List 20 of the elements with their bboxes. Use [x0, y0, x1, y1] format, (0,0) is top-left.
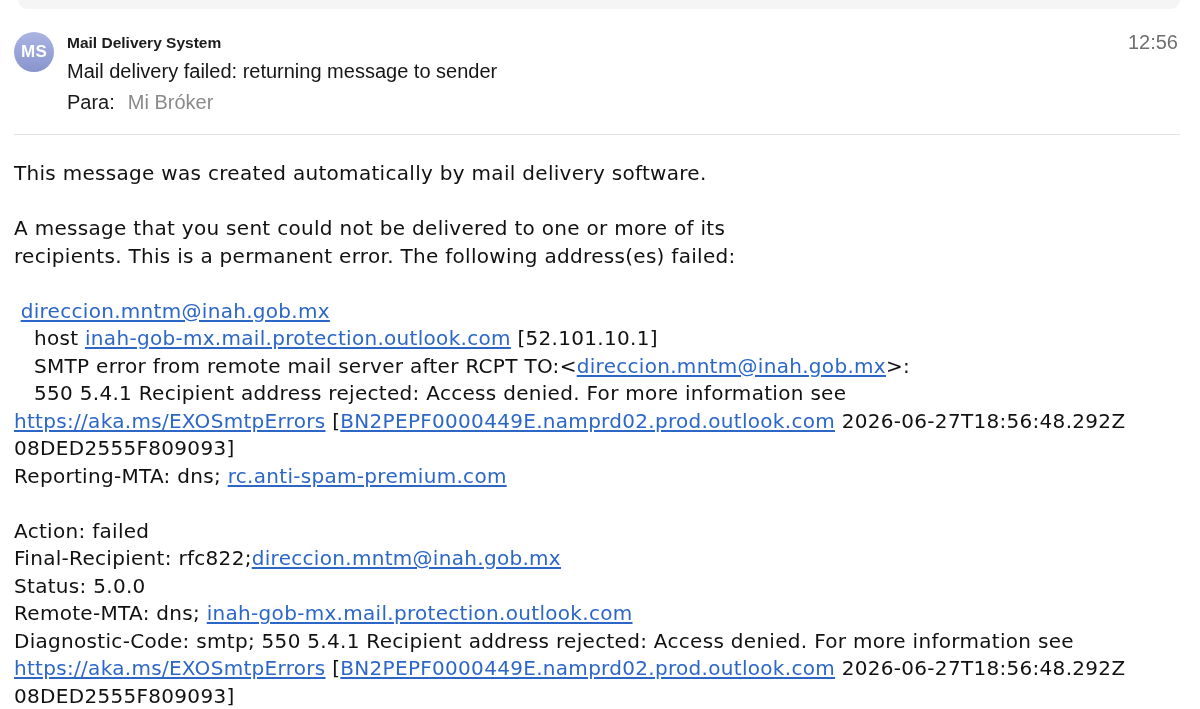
link[interactable]: BN2PEPF0000449E.namprd02.prod.outlook.com: [340, 656, 835, 680]
link[interactable]: inah-gob-mx.mail.protection.outlook.com: [85, 326, 511, 350]
link[interactable]: inah-gob-mx.mail.protection.outlook.com: [206, 601, 633, 625]
link[interactable]: direccion.mntm@inah.gob.mx: [576, 353, 886, 378]
link[interactable]: rc.anti-spam-premium.com: [227, 463, 507, 488]
link[interactable]: https://aka.ms/EXOSmtpErrors: [14, 408, 326, 433]
link[interactable]: direccion.mntm@inah.gob.mx: [251, 546, 561, 570]
link[interactable]: BN2PEPF0000449E.namprd02.prod.outlook.com: [340, 408, 835, 433]
message-paragraph: Action: failed Final-Recipient: rfc822;direccion.mntm@inah.gob.mx Status: 5.0.0 Remote-MTA: dns; inah-gob-mx.mail.protection.outlook.com Diagnostic-Code: smtp; 550 5.4.1 Recipient address rejected: Access denied. For more information see https://aka.ms/EXOSmtpErrors [BN2PEPF0000449E.namprd02.prod.outlook.com 2026-06-27T18:56:48.292Z 08DED2555F809093]: [14, 517, 1127, 709]
link[interactable]: https://aka.ms/EXOSmtpErrors: [14, 656, 326, 680]
message-time: 12:56: [1127, 32, 1178, 52]
message-paragraph: direccion.mntm@inah.gob.mx host inah-gob-mx.mail.protection.outlook.com [52.101.10.1] SMTP error from remote mail server after RCPT TO:<direccion.mntm@inah.gob.mx>: 550 5.4.1 Recipient address rejected: Access denied. For more information see https://aka.ms/EXOSmtpErrors [BN2PEPF0000449E.namprd02.prod.outlook.com 2026-06-27T18:56:48.292Z 08DED2555F809093] Reporting-MTA: dns; rc.anti-spam-premium.com: [14, 297, 1127, 490]
recipient-label: Para:: [67, 90, 115, 115]
message-subject: Mail delivery failed: returning message to sender: [67, 59, 498, 84]
message-paragraph: This message was created automatically by mail delivery software.: [14, 160, 708, 187]
message-paragraph: A message that you sent could not be delivered to one or more of its recipients. This is a permanent error. The following address(es) failed:: [14, 215, 737, 270]
sender-name: Mail Delivery System: [67, 33, 222, 53]
sender-avatar: MS: [14, 32, 54, 72]
link[interactable]: direccion.mntm@inah.gob.mx: [20, 298, 330, 323]
recipient-name: Mi Bróker: [127, 90, 214, 115]
